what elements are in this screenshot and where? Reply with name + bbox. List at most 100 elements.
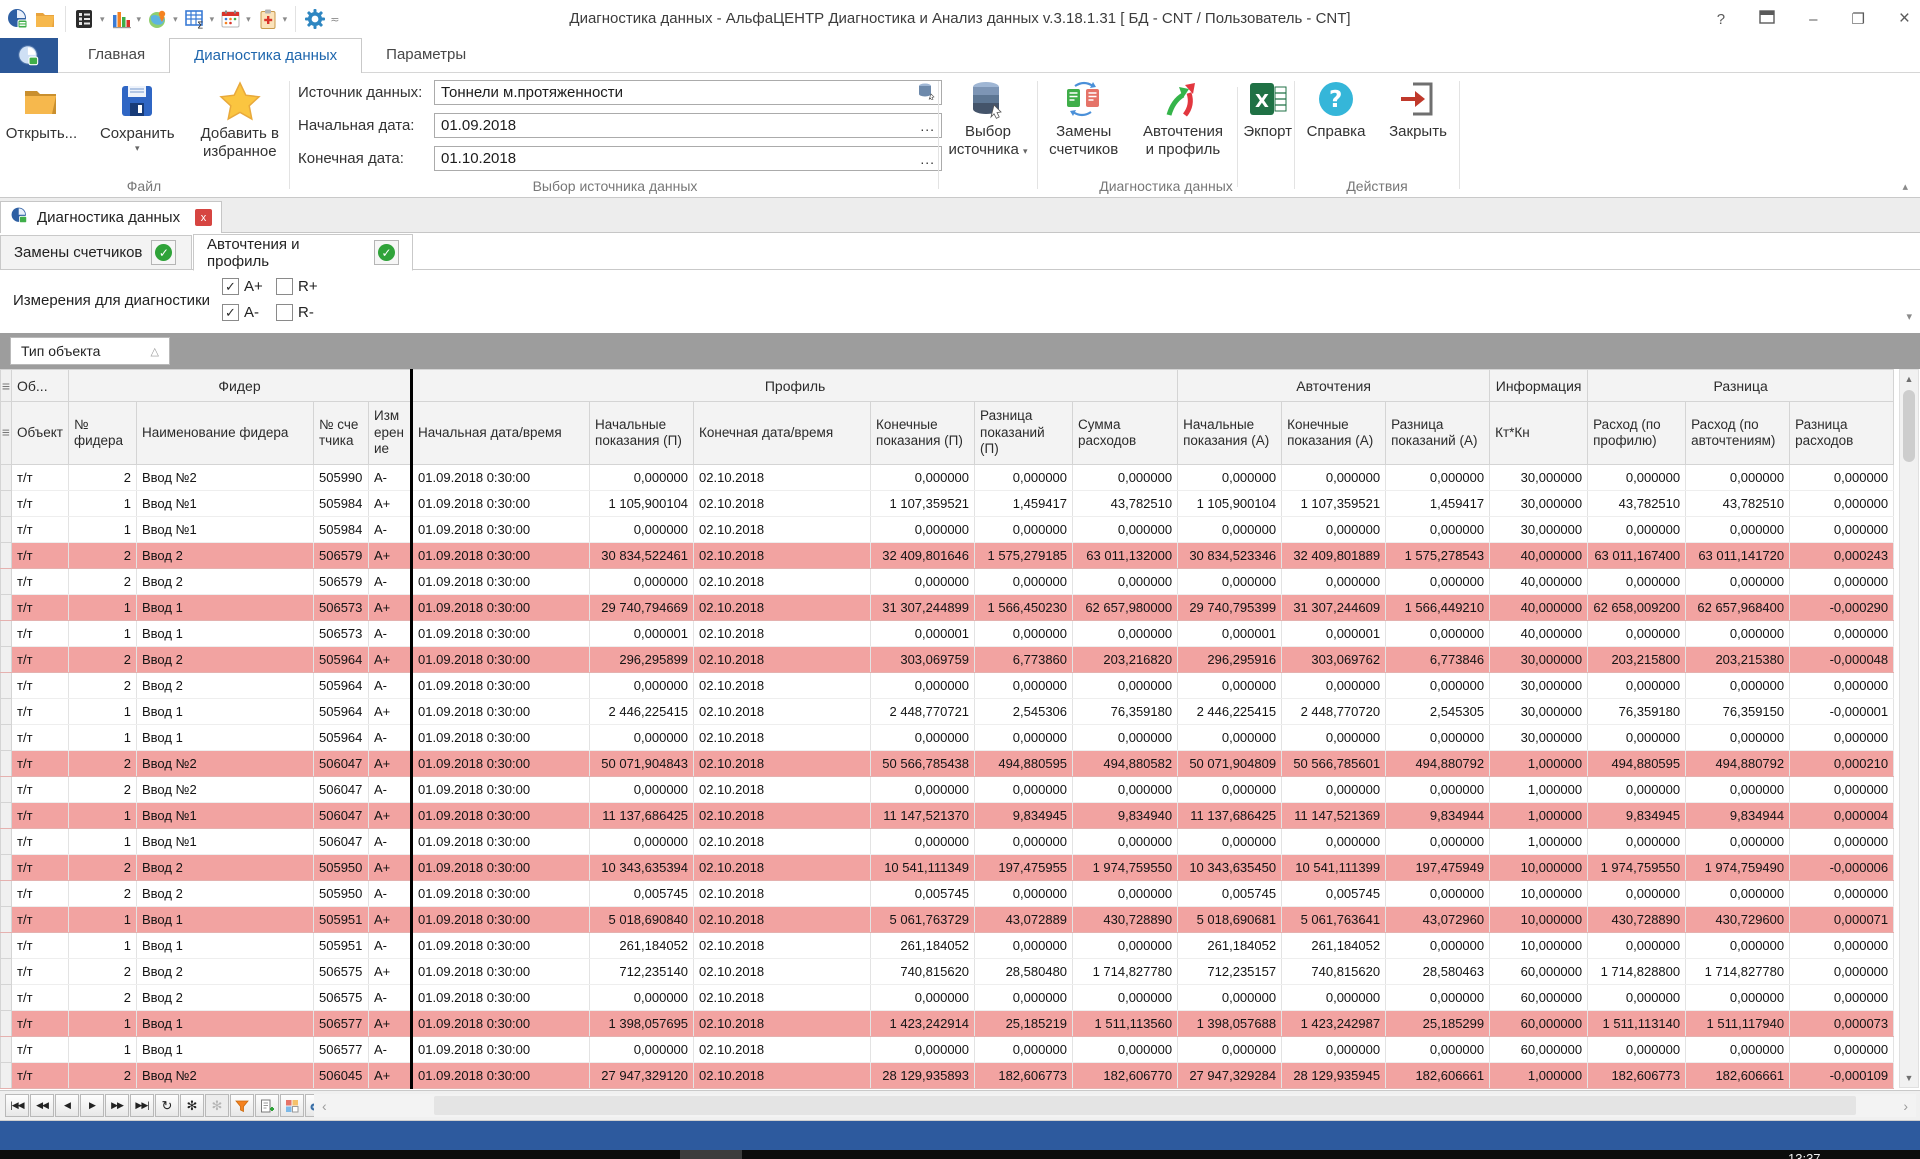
cell[interactable]: т/т (12, 465, 69, 491)
cell[interactable]: 506575 (314, 959, 369, 985)
cell[interactable]: 02.10.2018 (694, 907, 871, 933)
cell[interactable]: 430,728890 (1588, 907, 1686, 933)
cell[interactable]: 02.10.2018 (694, 595, 871, 621)
cell[interactable]: 02.10.2018 (694, 647, 871, 673)
cell[interactable]: 28,580480 (975, 959, 1073, 985)
cell[interactable]: 0,000000 (975, 881, 1073, 907)
cell[interactable]: 0,000000 (1588, 517, 1686, 543)
cell[interactable]: 0,005745 (1282, 881, 1386, 907)
cell[interactable]: A+ (369, 751, 412, 777)
column-header[interactable]: № фидера (69, 402, 137, 465)
row-indicator[interactable] (1, 595, 12, 621)
cell[interactable]: 0,000000 (975, 621, 1073, 647)
cell[interactable]: 505964 (314, 647, 369, 673)
cell[interactable]: 62 657,980000 (1073, 595, 1178, 621)
cell[interactable]: 0,000000 (975, 465, 1073, 491)
cell[interactable]: т/т (12, 517, 69, 543)
ribbon-display-icon[interactable] (1759, 10, 1775, 28)
cell[interactable]: 25,185219 (975, 1011, 1073, 1037)
cell[interactable]: 01.09.2018 0:30:00 (412, 1037, 590, 1063)
cell[interactable]: 1 398,057695 (590, 1011, 694, 1037)
cell[interactable]: 60,000000 (1490, 959, 1588, 985)
cell[interactable]: 02.10.2018 (694, 985, 871, 1011)
cell[interactable]: 505950 (314, 881, 369, 907)
cell[interactable]: 2 (69, 855, 137, 881)
nav-next-page-button[interactable]: ▶▶ (105, 1094, 129, 1117)
cell[interactable]: 296,295899 (590, 647, 694, 673)
cell[interactable]: A+ (369, 699, 412, 725)
cell[interactable]: 506047 (314, 829, 369, 855)
column-header[interactable]: № счетчика (314, 402, 369, 465)
cell[interactable]: 0,000000 (1686, 777, 1790, 803)
cell[interactable]: 0,000000 (975, 673, 1073, 699)
cell[interactable]: 0,000000 (1686, 1037, 1790, 1063)
column-header[interactable]: Начальная дата/время (412, 402, 590, 465)
cell[interactable]: 1 511,113140 (1588, 1011, 1686, 1037)
cell[interactable]: 40,000000 (1490, 569, 1588, 595)
cell[interactable]: 1 714,827780 (1686, 959, 1790, 985)
cell[interactable]: A- (369, 569, 412, 595)
cell[interactable]: 63 011,132000 (1073, 543, 1178, 569)
horizontal-scrollbar[interactable]: ‹ › (314, 1094, 1916, 1117)
cell[interactable]: 9,834940 (1073, 803, 1178, 829)
nav-filter-button[interactable] (230, 1094, 254, 1117)
cell[interactable]: 0,000000 (1588, 673, 1686, 699)
cell[interactable]: 30,000000 (1490, 699, 1588, 725)
cell[interactable]: 0,000000 (975, 829, 1073, 855)
table-row[interactable]: т/т1Ввод 1505964A-01.09.2018 0:30:000,00… (1, 725, 1894, 751)
end-date-picker-button[interactable]: ... (920, 151, 935, 167)
cell[interactable]: Ввод №2 (137, 777, 314, 803)
cell[interactable]: 02.10.2018 (694, 959, 871, 985)
table-row[interactable]: т/т1Ввод №1506047A+01.09.2018 0:30:0011 … (1, 803, 1894, 829)
vertical-scrollbar[interactable]: ▲ ▼ (1899, 369, 1919, 1088)
cell[interactable]: 9,834945 (1588, 803, 1686, 829)
cell[interactable]: 0,000000 (1178, 465, 1282, 491)
column-header[interactable]: Измерение (369, 402, 412, 465)
row-indicator[interactable] (1, 829, 12, 855)
cell[interactable]: 76,359150 (1686, 699, 1790, 725)
minimize-button[interactable]: – (1809, 11, 1817, 28)
cell[interactable]: 1 (69, 517, 137, 543)
table-row[interactable]: т/т1Ввод 1506573A+01.09.2018 0:30:0029 7… (1, 595, 1894, 621)
cell[interactable]: 30,000000 (1490, 491, 1588, 517)
cell[interactable]: 1 (69, 1037, 137, 1063)
cell[interactable]: 0,000000 (1073, 569, 1178, 595)
cell[interactable]: 02.10.2018 (694, 569, 871, 595)
cell[interactable]: A+ (369, 855, 412, 881)
cell[interactable]: 01.09.2018 0:30:00 (412, 725, 590, 751)
cell[interactable]: 1 398,057688 (1178, 1011, 1282, 1037)
cell[interactable]: 1 (69, 699, 137, 725)
cell[interactable]: 182,606773 (1588, 1063, 1686, 1089)
checkbox-r-plus[interactable]: R+ (276, 278, 318, 295)
autoreads-profile-button[interactable]: Авточтенияи профиль (1132, 73, 1233, 173)
column-header[interactable]: Разница расходов (1790, 402, 1894, 465)
cell[interactable]: 5 018,690840 (590, 907, 694, 933)
checkbox-r-minus[interactable]: R- (276, 304, 314, 321)
cell[interactable]: т/т (12, 751, 69, 777)
cell[interactable]: Ввод 1 (137, 699, 314, 725)
cell[interactable]: 10,000000 (1490, 855, 1588, 881)
cell[interactable]: 0,000000 (1686, 673, 1790, 699)
cell[interactable]: 0,000000 (1790, 985, 1894, 1011)
column-header[interactable]: Сумма расходов (1073, 402, 1178, 465)
cell[interactable]: A- (369, 465, 412, 491)
cell[interactable]: 506047 (314, 777, 369, 803)
cell[interactable]: A- (369, 933, 412, 959)
cell[interactable]: т/т (12, 907, 69, 933)
open-button[interactable]: Открыть... (0, 75, 83, 175)
row-indicator[interactable] (1, 907, 12, 933)
help-button[interactable]: ? Справка (1299, 73, 1373, 173)
cell[interactable]: 505951 (314, 907, 369, 933)
cell[interactable]: 01.09.2018 0:30:00 (412, 751, 590, 777)
cell[interactable]: 1 (69, 621, 137, 647)
cell[interactable]: 0,000000 (1790, 881, 1894, 907)
tab-parametry[interactable]: Параметры (362, 38, 490, 73)
cell[interactable]: 02.10.2018 (694, 491, 871, 517)
cell[interactable]: 430,729600 (1686, 907, 1790, 933)
cell[interactable]: 02.10.2018 (694, 699, 871, 725)
cell[interactable]: 505964 (314, 725, 369, 751)
cell[interactable]: 01.09.2018 0:30:00 (412, 803, 590, 829)
cell[interactable]: 01.09.2018 0:30:00 (412, 1011, 590, 1037)
cell[interactable]: 505951 (314, 933, 369, 959)
scroll-down-icon[interactable]: ▼ (1900, 1069, 1918, 1087)
